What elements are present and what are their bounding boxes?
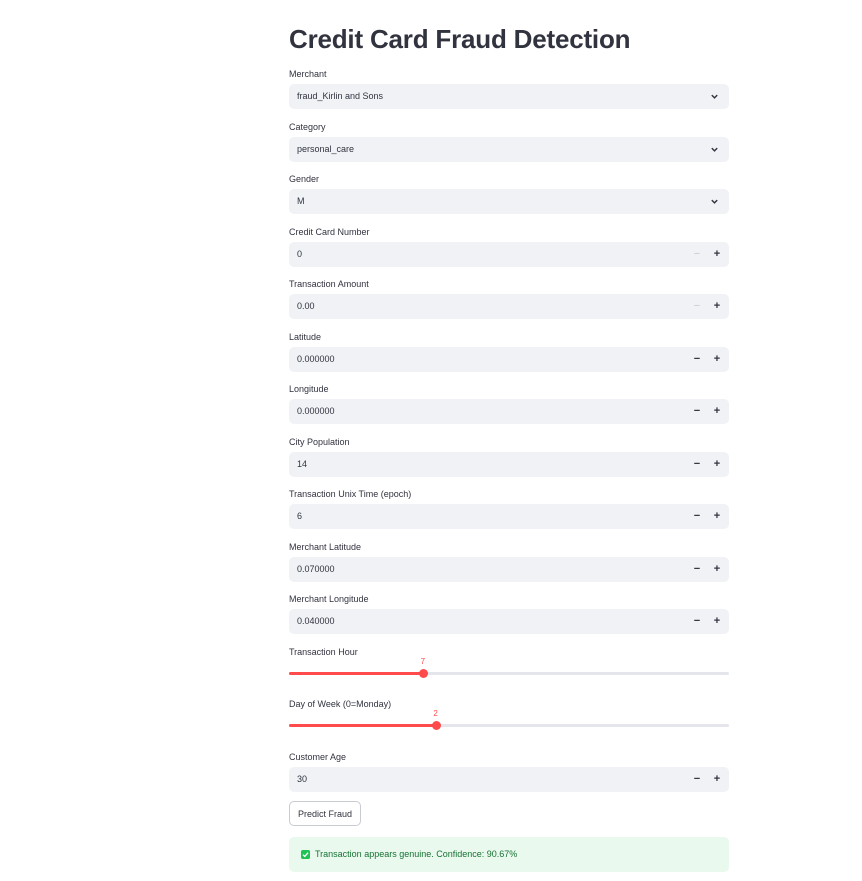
minus-icon[interactable]: − [687, 399, 707, 424]
slider-value: 7 [420, 657, 426, 666]
plus-icon[interactable]: + [707, 452, 727, 477]
chevron-down-icon [711, 147, 718, 152]
plus-icon[interactable]: + [707, 294, 727, 319]
slider-fill [289, 724, 436, 727]
cc-number-value: 0 [297, 249, 303, 259]
merchant-value: fraud_Kirlin and Sons [297, 91, 384, 101]
slider-value: 2 [433, 709, 438, 718]
minus-icon[interactable]: − [687, 767, 707, 792]
latitude-input[interactable]: 0.000000 − + [289, 347, 729, 372]
check-box-icon [301, 850, 310, 859]
category-label: Category [289, 122, 326, 132]
city-pop-label: City Population [289, 437, 350, 447]
unix-time-input[interactable]: 6 − + [289, 504, 729, 529]
plus-icon[interactable]: + [707, 242, 727, 267]
longitude-value: 0.000000 [297, 406, 335, 416]
merch-lat-input[interactable]: 0.070000 − + [289, 557, 729, 582]
minus-icon[interactable]: − [687, 609, 707, 634]
minus-icon[interactable]: − [687, 504, 707, 529]
plus-icon[interactable]: + [707, 399, 727, 424]
merch-lat-label: Merchant Latitude [289, 542, 362, 552]
category-select[interactable]: personal_care [289, 137, 729, 162]
merch-long-value: 0.040000 [297, 616, 335, 626]
chevron-down-icon [711, 199, 718, 204]
chevron-down-icon [711, 94, 718, 99]
result-alert: Transaction appears genuine. Confidence:… [289, 837, 729, 872]
predict-fraud-button[interactable]: Predict Fraud [289, 801, 362, 826]
gender-select[interactable]: M [289, 189, 729, 214]
cc-number-input[interactable]: 0 − + [289, 242, 729, 267]
plus-icon[interactable]: + [707, 767, 727, 792]
amount-input[interactable]: 0.00 − + [289, 294, 729, 319]
slider-fill [289, 672, 423, 675]
gender-value: M [297, 196, 305, 206]
day-of-week-slider[interactable]: 2 [289, 709, 729, 736]
cc-number-label: Credit Card Number [289, 227, 370, 237]
customer-age-input[interactable]: 30 − + [289, 767, 729, 792]
hour-slider[interactable]: 7 [289, 657, 729, 684]
city-pop-input[interactable]: 14 − + [289, 452, 729, 477]
longitude-label: Longitude [289, 384, 329, 394]
customer-age-value: 30 [297, 774, 308, 784]
category-value: personal_care [297, 144, 355, 154]
plus-icon[interactable]: + [707, 609, 727, 634]
slider-thumb[interactable] [418, 669, 428, 678]
plus-icon[interactable]: + [707, 347, 727, 372]
hour-label: Transaction Hour [289, 647, 358, 657]
merchant-label: Merchant [289, 69, 327, 79]
minus-icon[interactable]: − [687, 557, 707, 582]
merch-long-label: Merchant Longitude [289, 594, 369, 604]
amount-label: Transaction Amount [289, 279, 369, 289]
day-of-week-label: Day of Week (0=Monday) [289, 699, 392, 709]
plus-icon[interactable]: + [707, 504, 727, 529]
minus-icon[interactable]: − [687, 452, 707, 477]
merch-long-input[interactable]: 0.040000 − + [289, 609, 729, 634]
gender-label: Gender [289, 174, 320, 184]
plus-icon[interactable]: + [707, 557, 727, 582]
slider-thumb[interactable] [431, 721, 441, 730]
latitude-value: 0.000000 [297, 354, 335, 364]
latitude-label: Latitude [289, 332, 322, 342]
customer-age-label: Customer Age [289, 752, 347, 762]
merch-lat-value: 0.070000 [297, 564, 335, 574]
result-message: Transaction appears genuine. Confidence:… [315, 849, 518, 859]
amount-value: 0.00 [297, 301, 315, 311]
minus-icon[interactable]: − [687, 294, 707, 319]
page-title: Credit Card Fraud Detection [289, 24, 631, 54]
minus-icon[interactable]: − [687, 347, 707, 372]
city-pop-value: 14 [297, 459, 308, 469]
minus-icon[interactable]: − [687, 242, 707, 267]
unix-time-label: Transaction Unix Time (epoch) [289, 489, 412, 499]
merchant-select[interactable]: fraud_Kirlin and Sons [289, 84, 729, 109]
unix-time-value: 6 [297, 511, 303, 521]
longitude-input[interactable]: 0.000000 − + [289, 399, 729, 424]
